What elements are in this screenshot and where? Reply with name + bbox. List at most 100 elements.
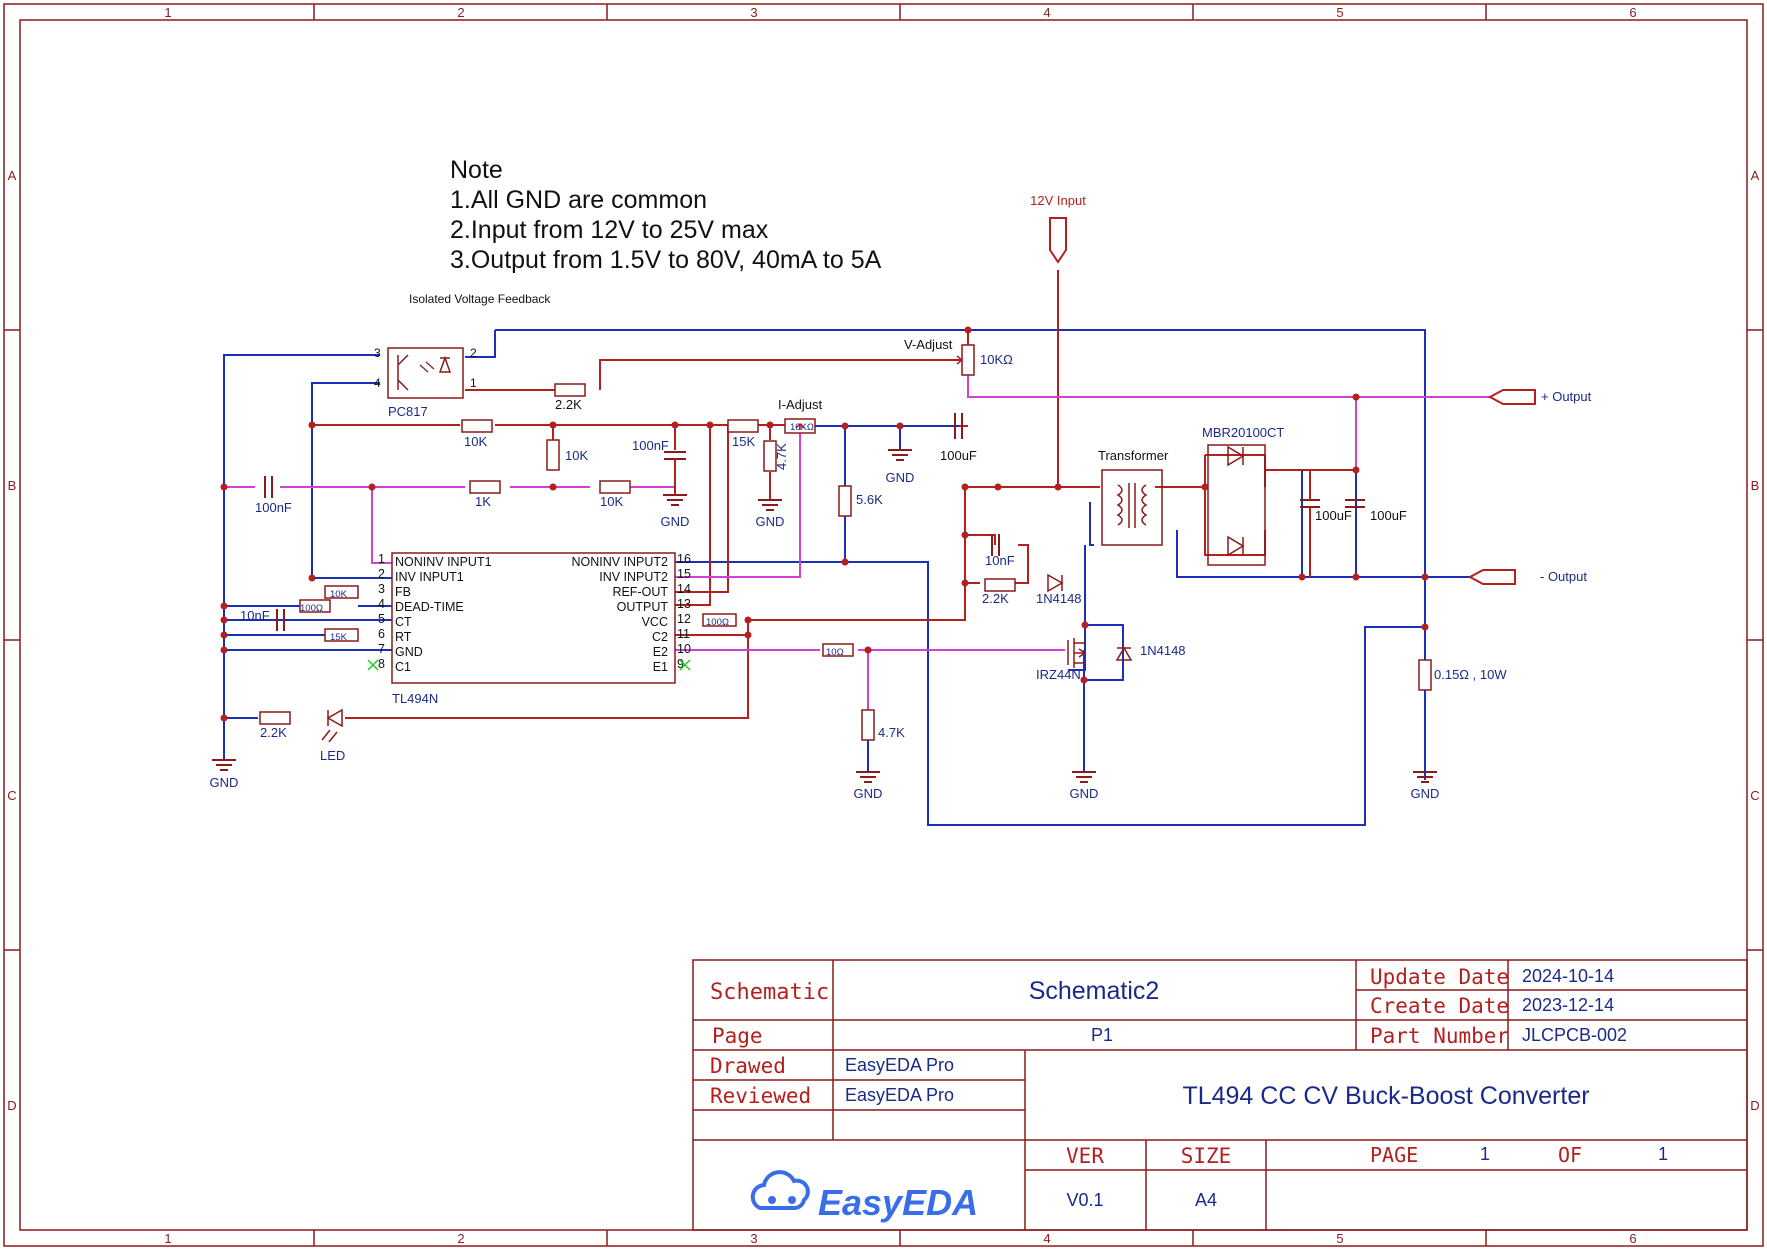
port-label: + Output bbox=[1541, 389, 1592, 404]
col-label-bottom: 5 bbox=[1336, 1231, 1343, 1246]
ic-pin-num: 10 bbox=[677, 642, 691, 656]
comp-label: 10nF bbox=[985, 553, 1015, 568]
col-label-bottom: 2 bbox=[457, 1231, 464, 1246]
ic-pin-num: 5 bbox=[378, 612, 385, 626]
ic-pin-name: VCC bbox=[642, 615, 668, 629]
ic-pin-num: 16 bbox=[677, 552, 691, 566]
comp-label: I-Adjust bbox=[778, 397, 822, 412]
row-label-left: A bbox=[8, 168, 17, 183]
comp-label: 10K bbox=[330, 589, 348, 600]
comp-label: 2.2K bbox=[982, 591, 1009, 606]
note-line: 2.Input from 12V to 25V max bbox=[450, 216, 769, 244]
row-label-right: A bbox=[1751, 168, 1760, 183]
label-text: Isolated Voltage Feedback bbox=[409, 292, 551, 306]
comp-label: V-Adjust bbox=[904, 337, 953, 352]
note-line: 1.All GND are common bbox=[450, 186, 707, 214]
col-label-top: 2 bbox=[457, 5, 464, 20]
note-line: 3.Output from 1.5V to 80V, 40mA to 5A bbox=[450, 246, 882, 274]
port-plus-output: + Output bbox=[1487, 389, 1592, 405]
ic-pin-num: 7 bbox=[378, 642, 385, 656]
title-block-text: Schematic Schematic2 Update Date 2024-10… bbox=[710, 965, 1668, 1223]
gnd-label: GND bbox=[210, 775, 239, 790]
comp-label: 2.2K bbox=[260, 725, 287, 740]
comp-label: 10KΩ bbox=[980, 352, 1013, 367]
ic-pin-num: 8 bbox=[378, 657, 385, 671]
pin-number: 4 bbox=[374, 376, 381, 390]
port-label: - Output bbox=[1540, 569, 1587, 584]
tb-value: 2023-12-14 bbox=[1522, 995, 1614, 1015]
tb-value: Schematic2 bbox=[1029, 977, 1160, 1005]
ic-pin-name: E2 bbox=[653, 645, 668, 659]
ic-pin-name: E1 bbox=[653, 660, 668, 674]
tb-value: A4 bbox=[1195, 1190, 1217, 1210]
comp-label: 1N4148 bbox=[1036, 591, 1082, 606]
port-minus-output: - Output bbox=[1467, 569, 1587, 585]
row-label-right: B bbox=[1751, 478, 1760, 493]
gnd-label: GND bbox=[1070, 786, 1099, 801]
row-label-left: D bbox=[7, 1098, 16, 1113]
port-12v-input: 12V Input bbox=[1030, 193, 1086, 264]
tb-label: Reviewed bbox=[710, 1084, 811, 1108]
comp-label: 5.6K bbox=[856, 492, 883, 507]
col-label-top: 4 bbox=[1043, 5, 1050, 20]
ic-pin-name: NONINV INPUT1 bbox=[395, 555, 492, 569]
comp-label: 1K bbox=[475, 494, 491, 509]
ic-tl494n: TL494N 1 2 3 4 5 6 7 8 NONINV INPUT1 INV… bbox=[367, 552, 691, 706]
tb-value: 1 bbox=[1658, 1144, 1668, 1164]
gnd-label: GND bbox=[661, 514, 690, 529]
optocoupler-pc817: Isolated Voltage Feedback PC817 3 4 2 1 bbox=[374, 292, 551, 419]
tb-label: Part Number bbox=[1370, 1024, 1509, 1048]
comp-label: MBR20100CT bbox=[1202, 425, 1284, 440]
comp-label: 100uF bbox=[1370, 508, 1407, 523]
easyeda-logo: EasyEDA bbox=[750, 1170, 978, 1223]
ic-pin-name: CT bbox=[395, 615, 412, 629]
ic-pin-num: 6 bbox=[378, 627, 385, 641]
label-text: PC817 bbox=[388, 404, 428, 419]
comp-label: 4.7K bbox=[774, 443, 789, 470]
tb-value: 1 bbox=[1480, 1144, 1490, 1164]
comp-label: 10KΩ bbox=[790, 422, 814, 433]
comp-label: 0.15Ω , 10W bbox=[1434, 667, 1507, 682]
comp-label: 1N4148 bbox=[1140, 643, 1186, 658]
comp-label: 100uF bbox=[1315, 508, 1352, 523]
comp-label: 100Ω bbox=[300, 603, 323, 614]
row-label-left: B bbox=[8, 478, 17, 493]
comp-label: 15K bbox=[330, 632, 348, 643]
gnd-label: GND bbox=[756, 514, 785, 529]
project-title: TL494 CC CV Buck-Boost Converter bbox=[1182, 1082, 1589, 1110]
tb-value: JLCPCB-002 bbox=[1522, 1025, 1627, 1045]
col-label-top: 1 bbox=[164, 5, 171, 20]
col-label-top: 6 bbox=[1629, 5, 1636, 20]
comp-label: 2.2K bbox=[555, 397, 582, 412]
col-label-bottom: 3 bbox=[750, 1231, 757, 1246]
gnd-label: GND bbox=[886, 470, 915, 485]
ic-pin-num: 1 bbox=[378, 552, 385, 566]
logo-text: EasyEDA bbox=[818, 1182, 978, 1223]
ic-pin-num: 2 bbox=[378, 567, 385, 581]
schematic-canvas: 1 2 3 4 5 6 1 2 3 4 5 6 A B C D A B C D … bbox=[3, 3, 1764, 1247]
ic-pin-name: INV INPUT1 bbox=[395, 570, 464, 584]
tb-label: VER bbox=[1066, 1144, 1104, 1168]
ic-pin-name: GND bbox=[395, 645, 423, 659]
comp-label: LED bbox=[320, 748, 345, 763]
comp-label: 10Ω bbox=[826, 647, 844, 658]
col-label-bottom: 1 bbox=[164, 1231, 171, 1246]
ic-pin-name: INV INPUT2 bbox=[599, 570, 668, 584]
gnd-label: GND bbox=[854, 786, 883, 801]
row-label-right: D bbox=[1750, 1098, 1759, 1113]
capacitors bbox=[264, 413, 1365, 631]
col-label-top: 3 bbox=[750, 5, 757, 20]
ic-pin-num: 4 bbox=[378, 597, 385, 611]
comp-label: 10nF bbox=[240, 608, 270, 623]
comp-label: 100Ω bbox=[706, 617, 729, 628]
ic-pin-num: 11 bbox=[677, 627, 690, 641]
ic-pin-num: 13 bbox=[677, 597, 691, 611]
transformer bbox=[1101, 469, 1163, 546]
tb-label: Schematic bbox=[710, 980, 829, 1005]
tb-value: EasyEDA Pro bbox=[845, 1085, 954, 1105]
ic-pin-name: OUTPUT bbox=[617, 600, 669, 614]
ic-pin-name: DEAD-TIME bbox=[395, 600, 464, 614]
comp-label: 100nF bbox=[255, 500, 292, 515]
comp-label: 100uF bbox=[940, 448, 977, 463]
comp-label: 4.7K bbox=[878, 725, 905, 740]
